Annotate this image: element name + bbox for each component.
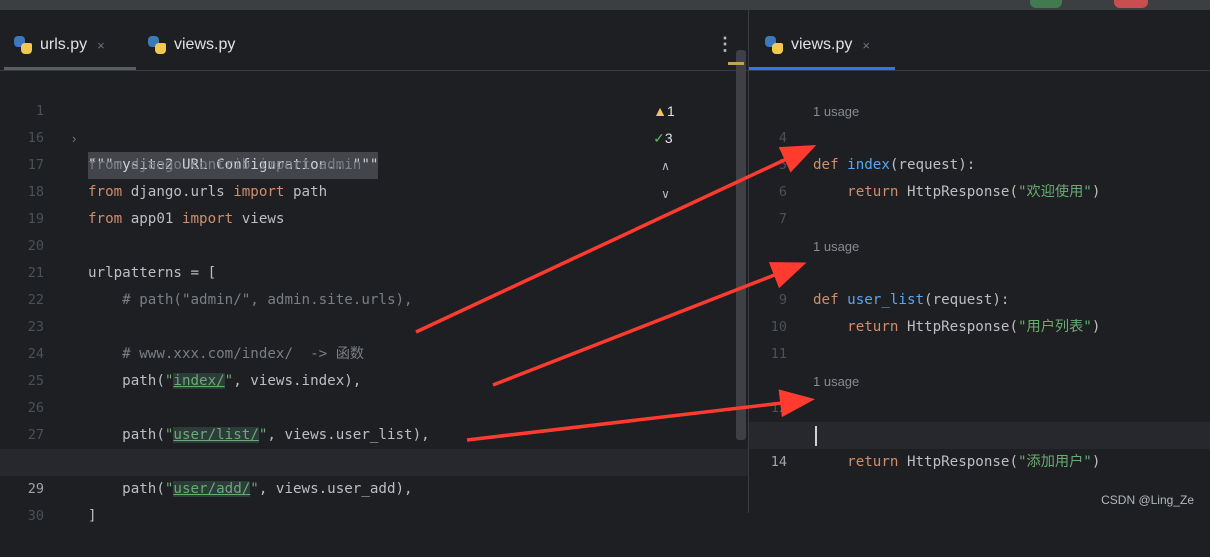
code-line: 5 return HttpResponse("欢迎使用") xyxy=(778,157,1101,200)
left-tab-bar: urls.py × views.py ⋮ xyxy=(0,10,748,71)
right-tab-bar: views.py × xyxy=(749,10,1210,71)
current-code-line: 14 xyxy=(749,422,1210,470)
code-line: 7 xyxy=(778,211,787,227)
python-file-icon xyxy=(148,36,166,54)
scroll-warning-marker[interactable] xyxy=(728,62,744,65)
code-line: 23 # www.xxx.com/index/ -> 函数 xyxy=(27,319,365,362)
right-editor-pane: views.py × 1 usage 4 def index(request):… xyxy=(749,10,1210,513)
code-line: 6 xyxy=(778,184,787,200)
tab-views-py[interactable]: views.py xyxy=(148,32,235,58)
tab-label: urls.py xyxy=(40,36,88,53)
top-green-button[interactable] xyxy=(1030,0,1062,8)
code-line: 8 def user_list(request): xyxy=(778,265,1010,308)
tab-label: views.py xyxy=(791,36,853,53)
close-tab-icon[interactable]: × xyxy=(862,38,870,53)
code-line: 27 xyxy=(27,427,44,443)
code-line: 17 from django.urls import path xyxy=(27,157,328,200)
tab-label: views.py xyxy=(174,36,236,53)
code-line: 28 path("user/add/", views.user_add), xyxy=(28,454,413,497)
code-line: 26 path("user/list/", views.user_list), xyxy=(27,400,430,443)
code-line: 20 urlpatterns = [ xyxy=(27,238,217,281)
window-top-strip xyxy=(0,0,1210,10)
active-tab-indicator xyxy=(749,67,895,70)
code-line: 30 xyxy=(27,508,44,524)
usage-hint[interactable]: 1 usage xyxy=(749,71,1210,119)
usage-hint[interactable]: 1 usage xyxy=(749,341,1210,389)
python-file-icon xyxy=(14,36,32,54)
tab-urls-py[interactable]: urls.py × xyxy=(14,32,105,58)
inspection-widget[interactable]: ▲1 ✓3 ∧ ∨ xyxy=(622,71,675,201)
top-red-button[interactable] xyxy=(1114,0,1148,8)
text-caret xyxy=(815,426,817,446)
code-line: 13 return HttpResponse("添加用户") xyxy=(771,427,1101,470)
code-line: 12 def user_add(request): xyxy=(770,400,1001,443)
views-code-editor[interactable]: 1 usage 4 def index(request): 5 return H… xyxy=(749,71,1210,513)
close-tab-icon[interactable]: × xyxy=(97,38,105,53)
code-line: 11 xyxy=(770,346,787,362)
tab-views-py[interactable]: views.py × xyxy=(765,32,870,58)
code-line: 25 xyxy=(27,373,44,389)
vertical-scrollbar[interactable] xyxy=(736,50,746,440)
current-code-line: 29 ] xyxy=(0,449,748,524)
watermark: CSDN @Ling_Ze xyxy=(1101,493,1194,507)
code-line: 10 xyxy=(770,319,787,335)
usage-hint[interactable]: 1 usage xyxy=(749,206,1210,254)
code-line: 16 from django.contrib import admin xyxy=(27,130,362,173)
code-line: 24 path("index/", views.index), xyxy=(27,346,362,389)
code-line: 21 # path("admin/", admin.site.urls), xyxy=(27,265,413,308)
python-file-icon xyxy=(765,36,783,54)
more-options-icon[interactable]: ⋮ xyxy=(716,34,734,55)
active-tab-indicator xyxy=(4,67,136,70)
code-line: 4 def index(request): xyxy=(778,130,976,173)
code-line: 19 xyxy=(27,211,44,227)
code-line: 9 return HttpResponse("用户列表") xyxy=(778,292,1101,335)
urls-code-editor[interactable]: 1 › """mysite2 URL Configuration...""" ▲… xyxy=(0,71,748,524)
code-line: 18 from app01 import views xyxy=(27,184,285,227)
code-line: 1 › """mysite2 URL Configuration...""" ▲… xyxy=(0,71,748,201)
code-line: 22 xyxy=(27,292,44,308)
left-editor-pane: urls.py × views.py ⋮ 1 › """mysite2 URL … xyxy=(0,10,749,524)
